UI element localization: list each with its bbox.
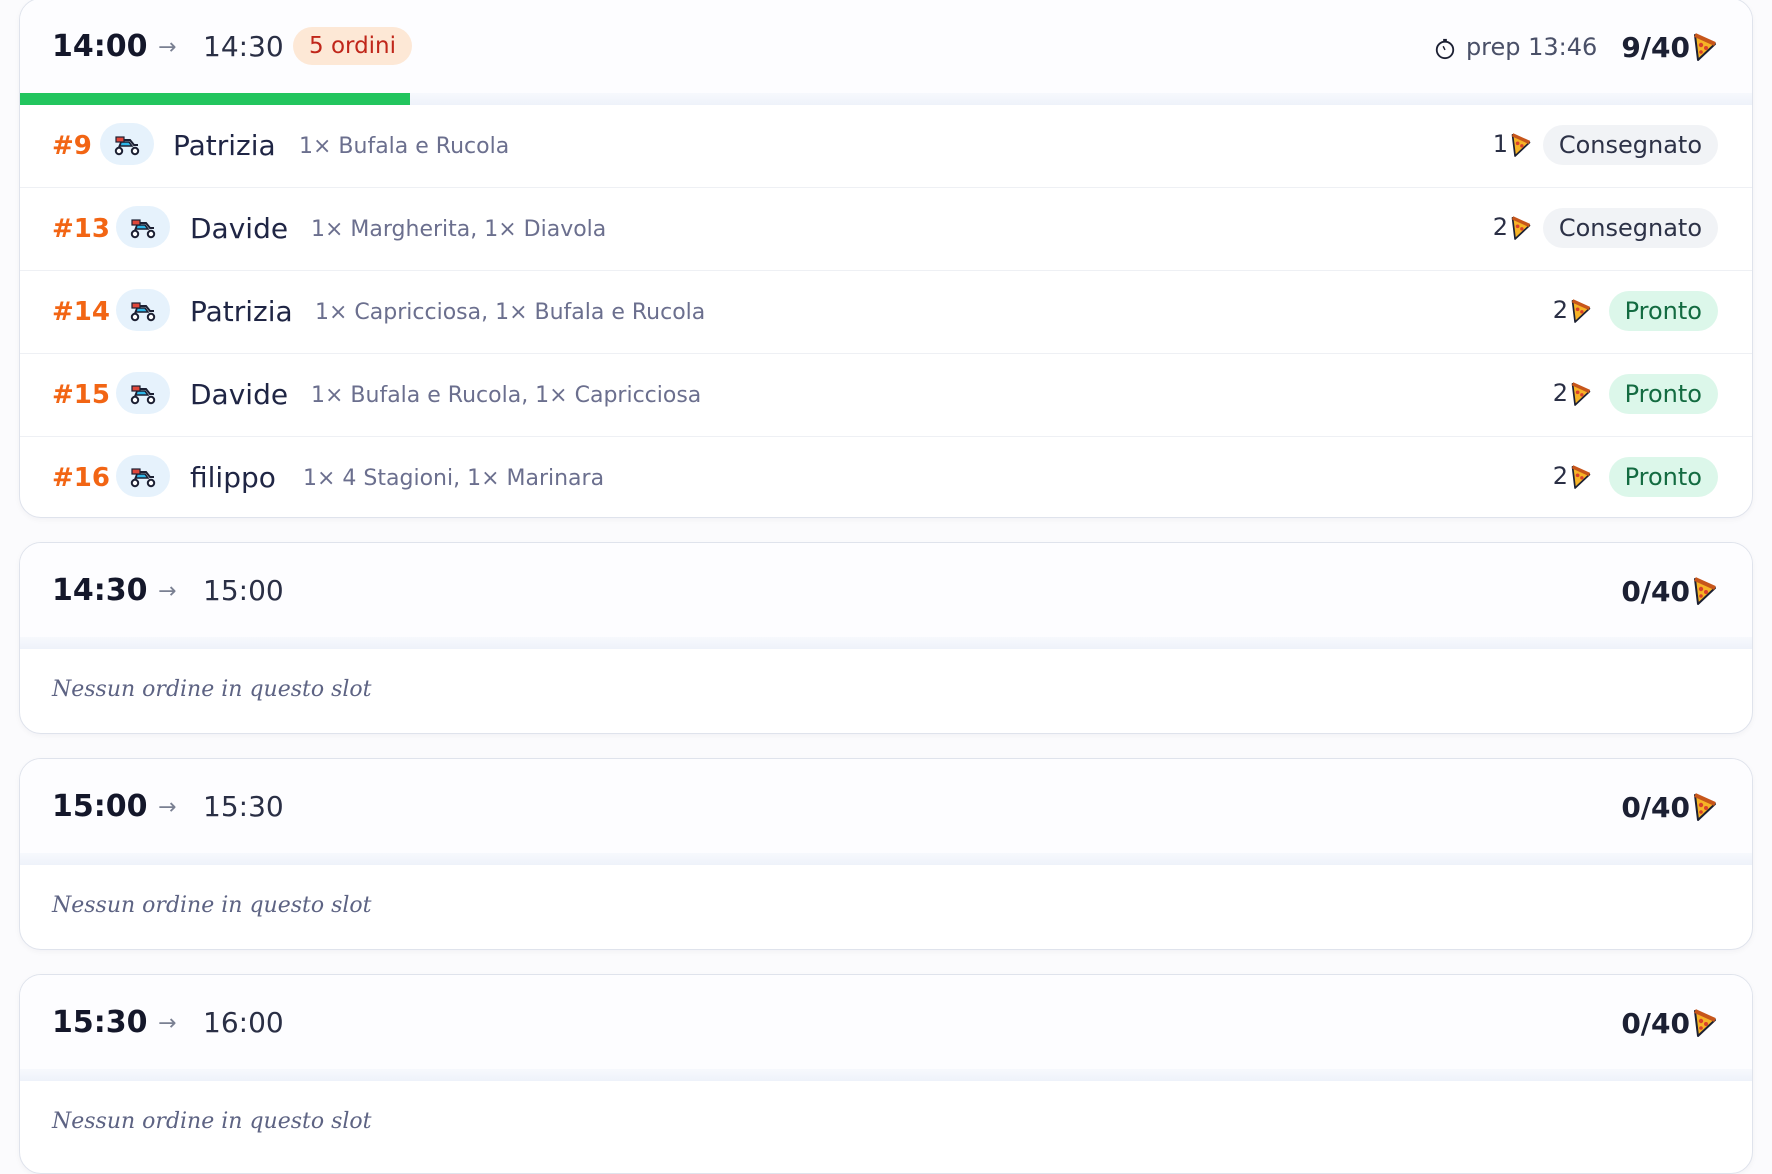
pizza-slice-icon — [1694, 793, 1716, 821]
empty-slot-text: Nessun ordine in questo slot — [52, 677, 372, 702]
order-items: 1× Bufala e Rucola, 1× Capricciosa — [311, 383, 702, 408]
order-items: 1× 4 Stagioni, 1× Marinara — [303, 466, 605, 491]
empty-slot-text: Nessun ordine in questo slot — [52, 893, 372, 918]
order-row[interactable]: #16 filippo 1× 4 Stagioni, 1× Marinara 2… — [20, 436, 1752, 517]
pizza-slice-icon — [1694, 577, 1716, 605]
order-id: #16 — [52, 463, 110, 493]
pizza-count-value: 2 — [1552, 379, 1568, 407]
pizza-slice-icon — [1511, 133, 1531, 157]
arrow-right-icon: → — [158, 1011, 177, 1036]
scooter-icon — [116, 289, 170, 331]
pizza-slice-icon — [1571, 382, 1591, 406]
slot-end-time: 14:30 — [203, 30, 284, 63]
pizza-count-value: 2 — [1492, 213, 1508, 241]
order-pizza-count: 2 — [1553, 379, 1592, 407]
slot-capacity: 0/40 — [1621, 1006, 1690, 1040]
slot-summary: 0/40 — [1621, 571, 1718, 611]
header-divider — [20, 853, 1752, 865]
header-divider — [20, 1069, 1752, 1081]
status-badge[interactable]: Pronto — [1608, 291, 1718, 331]
slot-start-time: 15:00 — [52, 789, 148, 824]
customer-name: filippo — [190, 461, 276, 494]
pizza-slice-icon — [1571, 465, 1591, 489]
slot-end-time: 15:30 — [203, 790, 284, 823]
status-badge[interactable]: Consegnato — [1542, 125, 1718, 165]
customer-name: Patrizia — [173, 129, 276, 162]
pizza-slice-icon — [1694, 1009, 1716, 1037]
status-badge[interactable]: Consegnato — [1542, 208, 1718, 248]
order-id: #15 — [52, 380, 110, 410]
time-slot[interactable]: 15:30 → 16:00 0/40 Nessun ordine in ques… — [19, 974, 1753, 1174]
order-row[interactable]: #14 Patrizia 1× Capricciosa, 1× Bufala e… — [20, 270, 1752, 353]
arrow-right-icon: → — [158, 579, 177, 604]
header-divider — [20, 637, 1752, 649]
slot-capacity: 9/40 — [1621, 30, 1690, 64]
order-row[interactable]: #9 Patrizia 1× Bufala e Rucola 1 Consegn… — [20, 105, 1752, 187]
pizza-count-value: 1 — [1492, 130, 1508, 158]
slot-header[interactable]: 15:30 → 16:00 0/40 — [20, 975, 1752, 1081]
time-slot[interactable]: 14:00 → 14:30 5 ordini prep 13:46 9/40 #… — [19, 0, 1753, 518]
time-slot[interactable]: 15:00 → 15:30 0/40 Nessun ordine in ques… — [19, 758, 1753, 950]
slot-capacity: 0/40 — [1621, 790, 1690, 824]
order-pizza-count: 2 — [1553, 462, 1592, 490]
order-id: #13 — [52, 214, 110, 244]
capacity-progress-fill — [20, 93, 410, 105]
order-items: 1× Margherita, 1× Diavola — [311, 217, 607, 242]
order-id: #14 — [52, 297, 110, 327]
pizza-slice-icon — [1694, 33, 1716, 61]
slot-summary: 0/40 — [1621, 787, 1718, 827]
slot-header[interactable]: 15:00 → 15:30 0/40 — [20, 759, 1752, 865]
status-badge[interactable]: Pronto — [1608, 457, 1718, 497]
slot-end-time: 15:00 — [203, 574, 284, 607]
scooter-icon — [100, 123, 154, 165]
arrow-right-icon: → — [158, 35, 177, 60]
arrow-right-icon: → — [158, 795, 177, 820]
order-row[interactable]: #13 Davide 1× Margherita, 1× Diavola 2 C… — [20, 187, 1752, 270]
pizza-count-value: 2 — [1552, 296, 1568, 324]
order-pizza-count: 1 — [1493, 130, 1532, 158]
prep-time: prep 13:46 — [1465, 33, 1598, 61]
customer-name: Patrizia — [190, 295, 293, 328]
order-items: 1× Bufala e Rucola — [299, 134, 510, 159]
scooter-icon — [116, 455, 170, 497]
order-id: #9 — [52, 131, 92, 161]
customer-name: Davide — [190, 212, 289, 245]
slot-summary: prep 13:46 9/40 — [1434, 27, 1718, 67]
empty-slot-message: Nessun ordine in questo slot — [20, 1081, 1752, 1161]
time-slot[interactable]: 14:30 → 15:00 0/40 Nessun ordine in ques… — [19, 542, 1753, 734]
slot-end-time: 16:00 — [203, 1006, 284, 1039]
status-badge[interactable]: Pronto — [1608, 374, 1718, 414]
order-items: 1× Capricciosa, 1× Bufala e Rucola — [315, 300, 706, 325]
order-count-badge: 5 ordini — [293, 27, 413, 65]
scooter-icon — [116, 206, 170, 248]
slot-start-time: 14:00 — [52, 29, 148, 64]
pizza-slice-icon — [1571, 299, 1591, 323]
pizza-count-value: 2 — [1552, 462, 1568, 490]
slot-summary: 0/40 — [1621, 1003, 1718, 1043]
stopwatch-icon — [1435, 38, 1455, 60]
empty-slot-message: Nessun ordine in questo slot — [20, 865, 1752, 945]
order-row[interactable]: #15 Davide 1× Bufala e Rucola, 1× Capric… — [20, 353, 1752, 436]
empty-slot-text: Nessun ordine in questo slot — [52, 1109, 372, 1134]
pizza-slice-icon — [1511, 216, 1531, 240]
customer-name: Davide — [190, 378, 289, 411]
order-list: #9 Patrizia 1× Bufala e Rucola 1 Consegn… — [20, 105, 1752, 517]
order-pizza-count: 2 — [1493, 213, 1532, 241]
slot-header[interactable]: 14:00 → 14:30 5 ordini prep 13:46 9/40 — [20, 0, 1752, 105]
slot-header[interactable]: 14:30 → 15:00 0/40 — [20, 543, 1752, 649]
empty-slot-message: Nessun ordine in questo slot — [20, 649, 1752, 729]
slot-start-time: 15:30 — [52, 1005, 148, 1040]
scooter-icon — [116, 372, 170, 414]
slot-start-time: 14:30 — [52, 573, 148, 608]
slot-capacity: 0/40 — [1621, 574, 1690, 608]
capacity-progress-bar — [20, 93, 1752, 105]
order-pizza-count: 2 — [1553, 296, 1592, 324]
